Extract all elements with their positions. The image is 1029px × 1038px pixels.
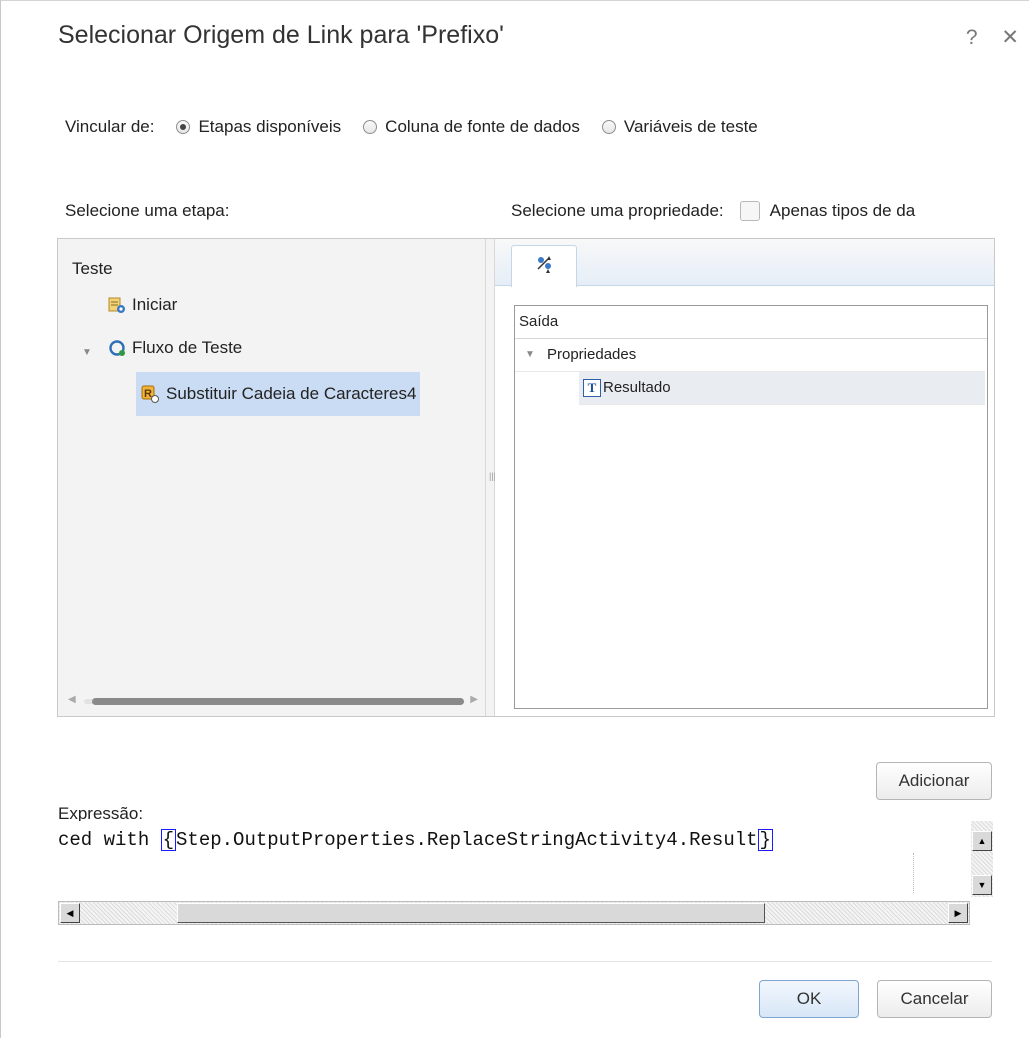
expression-prefix: ced with [58,829,161,851]
grid-row-label: Propriedades [547,346,637,363]
scroll-right-icon[interactable]: ▶ [948,903,968,923]
brace-close: } [757,829,773,851]
only-types-label: Apenas tipos de da [769,201,916,220]
link-from-row: Vincular de: Etapas disponíveis Coluna d… [65,117,780,137]
radio-data-source-column[interactable]: Coluna de fonte de dados [363,117,580,137]
scroll-left-icon[interactable]: ◀ [60,903,80,923]
scroll-thumb[interactable] [92,698,464,705]
brace-open: { [160,829,177,851]
grid-header-output: Saída [515,306,987,339]
select-property-row: Selecione uma propriedade: Apenas tipos … [511,201,989,221]
expand-arrow-icon[interactable]: ▼ [525,339,535,371]
text-type-icon: T [583,379,601,397]
property-grid: Saída ▼ Propriedades T Resultado [514,305,988,709]
selection-panel: Teste Iniciar ▼ Fluxo de Teste R Substit… [57,238,995,717]
scroll-up-icon[interactable]: ▲ [972,831,992,851]
tree-item-label: Fluxo de Teste [132,338,243,357]
cancel-button[interactable]: Cancelar [877,980,992,1018]
radio-test-variables[interactable]: Variáveis de teste [601,117,758,137]
radio-available-steps[interactable]: Etapas disponíveis [176,117,341,137]
replace-activity-icon: R [140,384,160,404]
select-step-label: Selecione uma etapa: [65,201,230,220]
dialog-title: Selecionar Origem de Link para 'Prefixo' [58,21,504,49]
tree-item-label: Substituir Cadeia de Caracteres4 [166,384,417,403]
editor-margin-line [913,853,914,893]
ok-button[interactable]: OK [759,980,859,1018]
svg-text:R: R [144,388,152,400]
tree-root-test[interactable]: Teste [72,259,113,279]
property-pane: Saída ▼ Propriedades T Resultado [495,239,994,716]
expression-horizontal-scrollbar[interactable]: ◀ ▶ [58,901,970,925]
scroll-right-icon[interactable]: ▶ [470,694,478,705]
grid-row-label: Resultado [603,379,671,396]
grid-row-result[interactable]: T Resultado [579,372,985,405]
radio-button[interactable] [601,120,616,134]
grid-row-properties[interactable]: ▼ Propriedades [515,339,985,372]
tree-item-start[interactable]: Iniciar [108,295,177,315]
radio-label: Coluna de fonte de dados [385,117,580,136]
start-icon [108,296,126,314]
step-tree: Teste Iniciar ▼ Fluxo de Teste R Substit… [58,239,485,716]
footer-divider [58,961,992,962]
flow-icon [108,339,126,357]
scroll-down-icon[interactable]: ▼ [972,875,992,895]
tab-output-properties[interactable] [511,245,577,287]
tree-item-test-flow[interactable]: Fluxo de Teste [108,338,242,358]
scroll-thumb[interactable] [177,903,765,923]
only-types-checkbox[interactable] [739,201,760,221]
title-buttons: ? ✕ [948,25,1019,50]
property-tab-bar [495,239,994,287]
expression-path: Step.OutputProperties.ReplaceStringActiv… [176,829,758,851]
help-icon[interactable]: ? [966,26,978,49]
tree-item-replace-string[interactable]: R Substituir Cadeia de Caracteres4 [136,372,421,416]
expression-vertical-scrollbar[interactable]: ▲ ▼ [971,821,993,897]
select-property-label: Selecione uma propriedade: [511,201,724,220]
tree-horizontal-scrollbar[interactable]: ◀ ▶ [68,694,478,708]
add-button[interactable]: Adicionar [876,762,992,800]
link-from-label: Vincular de: [65,117,155,136]
scroll-left-icon[interactable]: ◀ [68,694,76,705]
pane-splitter[interactable]: ||| [485,239,496,716]
output-properties-icon [533,253,555,280]
radio-label: Etapas disponíveis [198,117,342,136]
tree-item-label: Iniciar [132,295,178,314]
expand-arrow-icon[interactable]: ▼ [82,347,92,358]
radio-button[interactable] [176,120,191,134]
link-source-dialog: Selecionar Origem de Link para 'Prefixo'… [0,0,1029,1038]
radio-label: Variáveis de teste [623,117,758,136]
close-icon[interactable]: ✕ [1001,26,1019,49]
expression-text[interactable]: ced with {Step.OutputProperties.ReplaceS… [58,829,773,851]
expression-editor[interactable]: ced with {Step.OutputProperties.ReplaceS… [58,821,970,897]
radio-button[interactable] [363,120,378,134]
